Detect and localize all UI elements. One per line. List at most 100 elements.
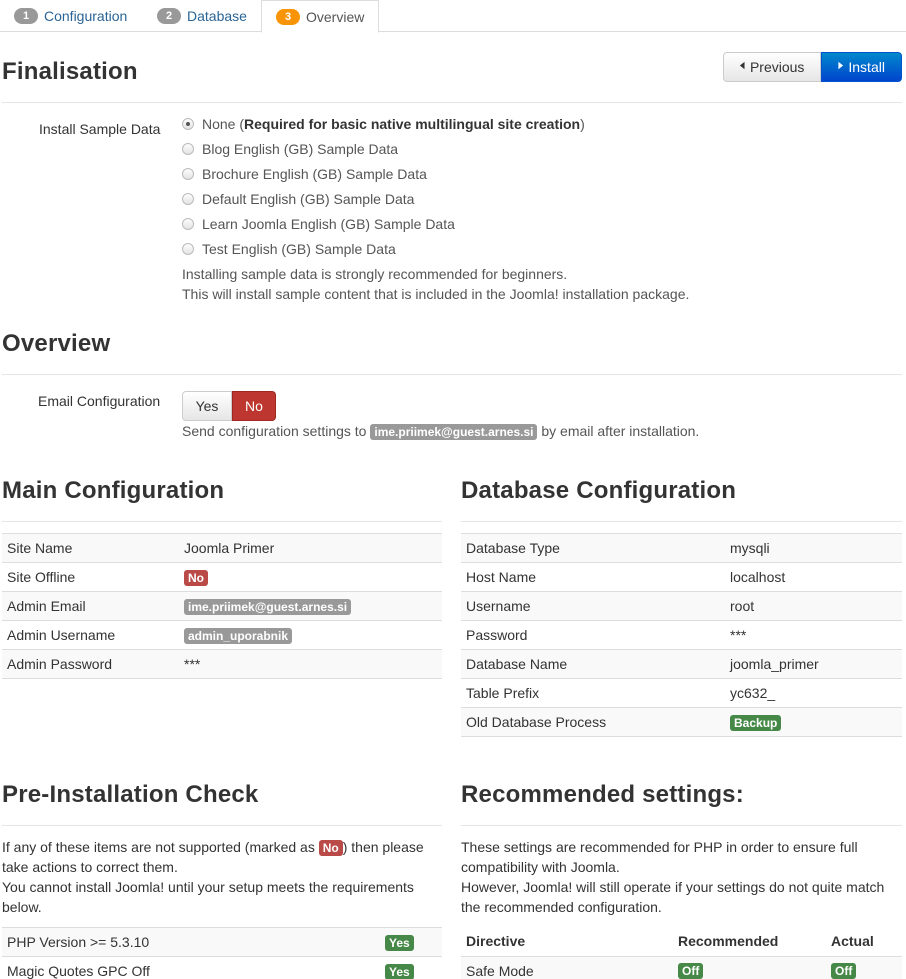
sample-option-test[interactable]: Test English (GB) Sample Data — [182, 241, 396, 257]
yes-button[interactable]: Yes — [182, 391, 232, 421]
radio-button[interactable] — [182, 243, 194, 255]
db-config-table: Database Type mysqli Host Name localhost… — [461, 533, 902, 737]
option-label: Blog English (GB) Sample Data — [202, 141, 399, 157]
finalisation-heading: Finalisation — [2, 58, 138, 85]
table-row: Admin Username admin_uporabnik — [2, 620, 442, 650]
divider — [2, 374, 902, 375]
table-row: Magic Quotes GPC Off Yes — [2, 956, 442, 979]
recommended-table: Directive Recommended Actual Safe Mode O… — [461, 927, 902, 979]
table-row: Admin Password *** — [2, 649, 442, 679]
divider — [2, 521, 442, 522]
option-label: Default English (GB) Sample Data — [202, 191, 415, 207]
value-badge: ime.priimek@guest.arnes.si — [184, 598, 352, 615]
status-badge: No — [184, 569, 208, 586]
preinstall-heading: Pre-Installation Check — [2, 781, 259, 808]
sample-help-2: This will install sample content that is… — [182, 286, 690, 302]
install-label: Install — [848, 59, 885, 75]
table-row: Old Database Process Backup — [461, 707, 902, 737]
sample-option-none[interactable]: None (Required for basic native multilin… — [182, 116, 585, 132]
table-row: Username root — [461, 591, 902, 621]
table-row: Password *** — [461, 620, 902, 650]
no-button[interactable]: No — [232, 391, 276, 421]
row-value: yc632_ — [725, 678, 902, 708]
option-label: Learn Joomla English (GB) Sample Data — [202, 216, 455, 232]
tab-overview[interactable]: 3 Overview — [261, 0, 380, 33]
email-badge: ime.priimek@guest.arnes.si — [370, 424, 538, 440]
step-number: 2 — [157, 8, 181, 24]
row-value: localhost — [725, 562, 902, 592]
wizard-tabs: 1 Configuration 2 Database 3 Overview — [0, 0, 906, 33]
previous-label: Previous — [749, 59, 805, 75]
row-label: Site Offline — [2, 562, 179, 592]
row-label: Password — [461, 620, 725, 650]
row-label: Username — [461, 591, 725, 621]
row-label: Magic Quotes GPC Off — [2, 956, 380, 979]
table-row: Database Name joomla_primer — [461, 649, 902, 679]
row-value: Yes — [380, 956, 442, 979]
sample-option-blog[interactable]: Blog English (GB) Sample Data — [182, 141, 398, 157]
tab-database[interactable]: 2 Database — [143, 0, 261, 32]
row-label: Safe Mode — [461, 955, 673, 979]
divider — [461, 521, 902, 522]
radio-button[interactable] — [182, 168, 194, 180]
overview-heading: Overview — [2, 330, 111, 357]
radio-button[interactable] — [182, 218, 194, 230]
row-label: Admin Password — [2, 649, 179, 679]
previous-button[interactable]: 🢐 Previous — [723, 52, 821, 82]
row-value: Off — [826, 955, 902, 979]
preinstall-description: If any of these items are not supported … — [2, 839, 424, 915]
row-label: Site Name — [2, 533, 179, 563]
divider — [2, 825, 442, 826]
row-label: Host Name — [461, 562, 725, 592]
arrow-left-icon: 🢐 — [739, 57, 745, 73]
row-label: Table Prefix — [461, 678, 725, 708]
sample-option-learn[interactable]: Learn Joomla English (GB) Sample Data — [182, 216, 455, 232]
recommended-heading: Recommended settings: — [461, 781, 744, 808]
option-label: None (Required for basic native multilin… — [202, 116, 585, 132]
column-header: Actual — [831, 933, 874, 950]
row-label: Admin Email — [2, 591, 179, 621]
value-badge: admin_uporabnik — [184, 627, 293, 644]
row-value: ime.priimek@guest.arnes.si — [179, 591, 442, 621]
status-badge: Backup — [730, 714, 782, 731]
radio-button[interactable] — [182, 118, 194, 130]
table-row: Site Name Joomla Primer — [2, 533, 442, 563]
status-badge: No — [318, 840, 343, 856]
arrow-right-icon: 🢒 — [838, 57, 844, 73]
email-config-toggle: Yes No — [182, 391, 276, 421]
tab-label: Database — [187, 8, 247, 24]
divider — [461, 825, 902, 826]
row-value: Yes — [380, 927, 442, 957]
email-help: Send configuration settings to ime.priim… — [182, 423, 700, 440]
sample-option-default[interactable]: Default English (GB) Sample Data — [182, 191, 414, 207]
row-label: PHP Version >= 5.3.10 — [2, 927, 380, 957]
option-label: Brochure English (GB) Sample Data — [202, 166, 427, 182]
preinstall-table: PHP Version >= 5.3.10 Yes Magic Quotes G… — [2, 927, 442, 979]
step-number: 1 — [14, 8, 38, 24]
tab-label: Configuration — [44, 8, 128, 24]
radio-button[interactable] — [182, 143, 194, 155]
table-row: Admin Email ime.priimek@guest.arnes.si — [2, 591, 442, 621]
column-header: Directive — [466, 933, 526, 950]
status-badge: Yes — [385, 934, 414, 951]
table-row: Database Type mysqli — [461, 533, 902, 563]
install-button[interactable]: 🢒 Install — [821, 52, 902, 82]
main-config-heading: Main Configuration — [2, 477, 225, 504]
row-value: No — [179, 562, 442, 592]
row-value: joomla_primer — [725, 649, 902, 679]
row-value: Backup — [725, 707, 902, 737]
row-label: Old Database Process — [461, 707, 725, 737]
recommended-description: These settings are recommended for PHP i… — [461, 839, 885, 915]
row-value: admin_uporabnik — [179, 620, 442, 650]
row-value: Off — [673, 955, 826, 979]
table-row: Site Offline No — [2, 562, 442, 592]
radio-button[interactable] — [182, 193, 194, 205]
tab-configuration[interactable]: 1 Configuration — [0, 0, 141, 32]
divider — [2, 102, 902, 103]
sample-option-brochure[interactable]: Brochure English (GB) Sample Data — [182, 166, 427, 182]
table-row: Safe Mode Off Off — [461, 955, 902, 979]
main-config-table: Site Name Joomla Primer Site Offline No … — [2, 533, 442, 679]
row-label: Admin Username — [2, 620, 179, 650]
row-value: *** — [179, 649, 442, 679]
status-badge: Off — [831, 963, 857, 979]
